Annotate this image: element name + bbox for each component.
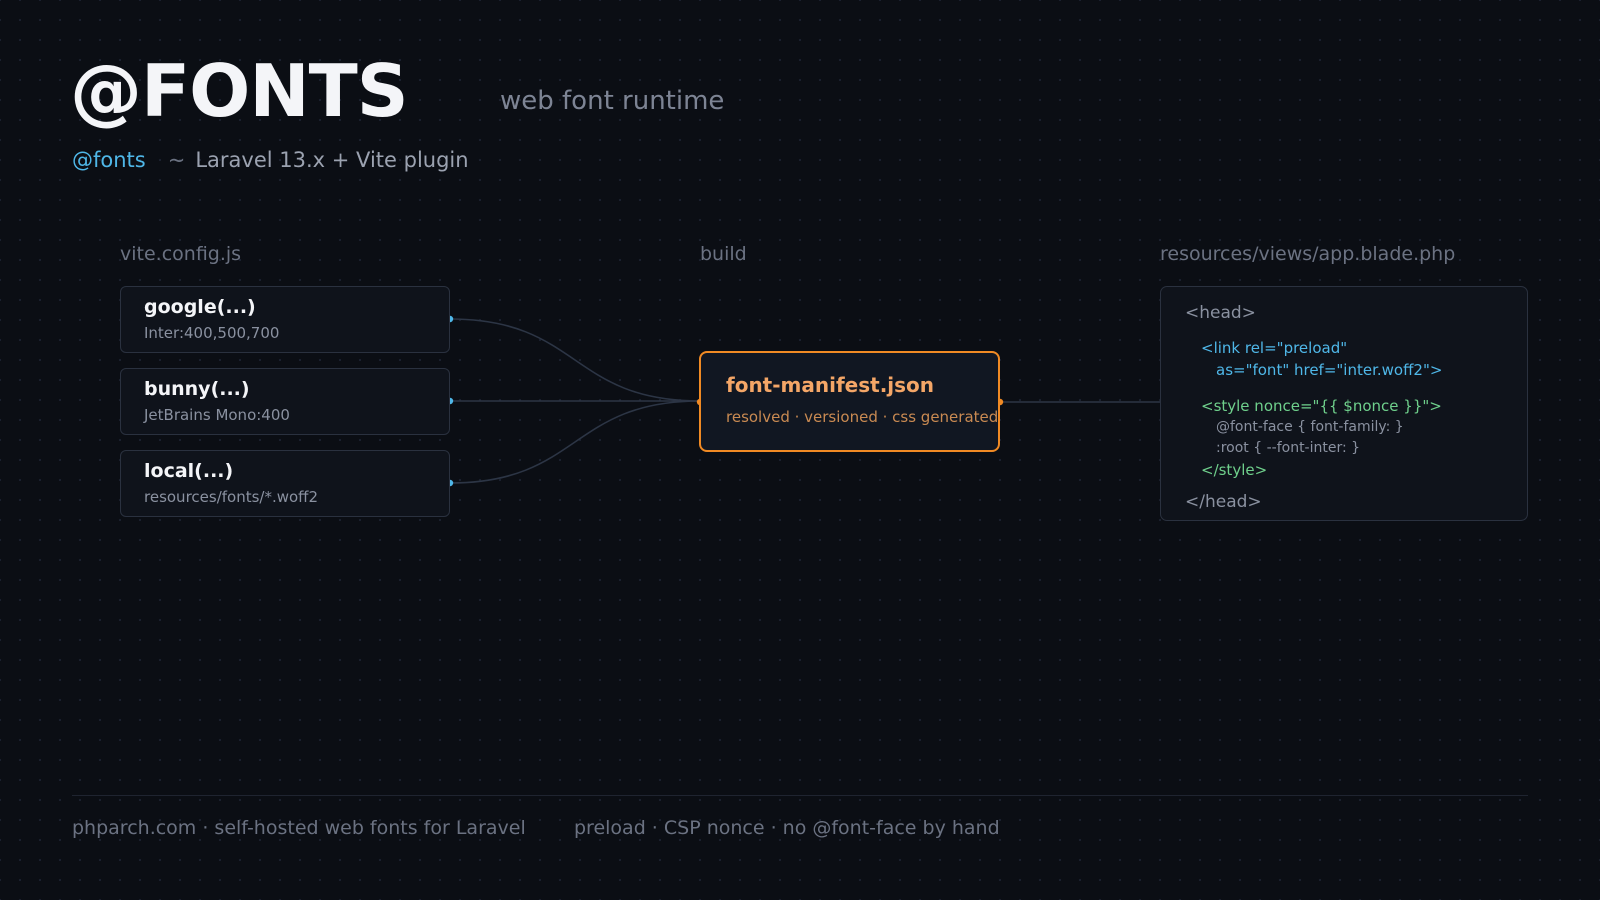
code-link-line-2: as="font" href="inter.woff2">	[1216, 361, 1443, 379]
source-node-title: bunny(...)	[144, 378, 250, 400]
manifest-detail: resolved · versioned · css generated	[726, 408, 999, 426]
code-head-open: <head>	[1185, 303, 1256, 323]
manifest-title: font-manifest.json	[726, 373, 935, 397]
source-node-detail: Inter:400,500,700	[144, 324, 280, 342]
column-label-build: build	[700, 243, 747, 265]
footer-divider	[72, 795, 1528, 796]
source-node-google: google(...) Inter:400,500,700	[120, 286, 450, 353]
wire-google-to-manifest	[449, 318, 701, 402]
package-tag: @fonts	[72, 148, 146, 172]
wire-local-to-manifest	[449, 400, 701, 484]
source-node-title: local(...)	[144, 460, 234, 482]
source-node-detail: resources/fonts/*.woff2	[144, 488, 319, 506]
tagline: @fonts ~ Laravel 13.x + Vite plugin	[72, 148, 469, 172]
code-fontface-rule: @font-face { font-family: }	[1216, 419, 1404, 435]
footer-left-text: phparch.com · self-hosted web fonts for …	[72, 817, 526, 839]
tagline-separator: ~	[167, 148, 186, 172]
source-node-local: local(...) resources/fonts/*.woff2	[120, 450, 450, 517]
code-root-rule: :root { --font-inter: }	[1216, 440, 1361, 456]
footer-right-text: preload · CSP nonce · no @font-face by h…	[574, 817, 1000, 839]
code-head-close: </head>	[1185, 492, 1262, 512]
source-node-bunny: bunny(...) JetBrains Mono:400	[120, 368, 450, 435]
source-node-title: google(...)	[144, 296, 256, 318]
page-subtitle: web font runtime	[500, 86, 725, 116]
column-label-config: vite.config.js	[120, 243, 242, 265]
manifest-node: font-manifest.json resolved · versioned …	[699, 351, 1000, 452]
column-label-view: resources/views/app.blade.php	[1160, 243, 1456, 265]
code-style-close: </style>	[1201, 461, 1268, 479]
source-node-detail: JetBrains Mono:400	[144, 406, 290, 424]
blade-head-code-panel: <head> <link rel="preload" as="font" hre…	[1160, 286, 1528, 521]
code-link-line-1: <link rel="preload"	[1201, 339, 1348, 357]
code-style-open: <style nonce="{{ $nonce }}">	[1201, 397, 1442, 415]
stack-label: Laravel 13.x + Vite plugin	[195, 148, 469, 172]
page-title: @FONTS	[70, 49, 409, 133]
